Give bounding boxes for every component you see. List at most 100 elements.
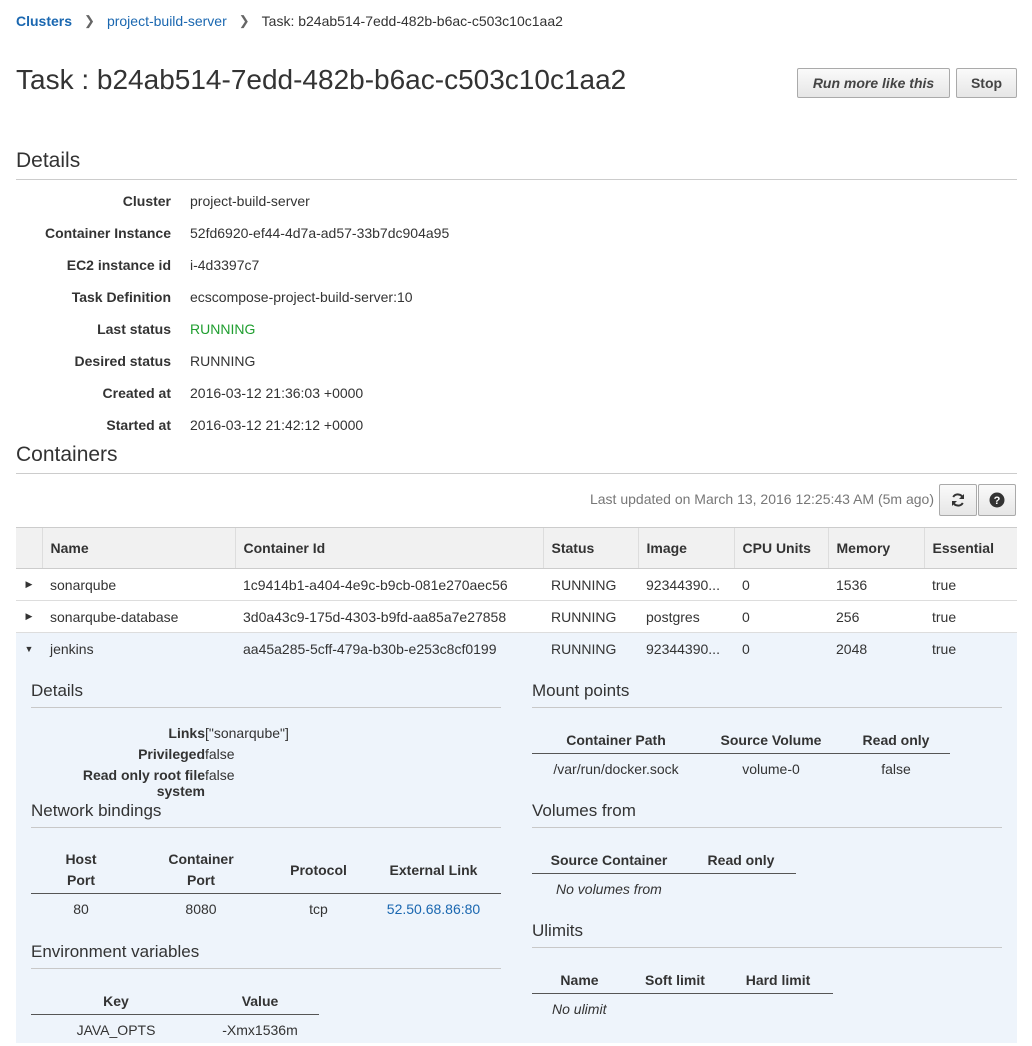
container-name: sonarqube <box>42 568 235 601</box>
column-header-essential[interactable]: Essential <box>923 527 1017 569</box>
host-port-value: 80 <box>73 901 89 917</box>
table-row[interactable]: ▶ sonarqube-database 3d0a43c9-175d-4303-… <box>16 600 1017 633</box>
mount-points-table: Container Path Source Volume Read only /… <box>532 727 950 785</box>
mount-path-value: /var/run/docker.sock <box>553 761 679 777</box>
breadcrumb-clusters-link[interactable]: Clusters <box>16 13 72 29</box>
column-header-cpu-units[interactable]: CPU Units <box>733 527 828 569</box>
table-header-row: Name Container Id Status Image CPU Units… <box>16 527 1017 569</box>
container-memory: 2048 <box>828 632 924 664</box>
privileged-value: false <box>205 746 235 762</box>
container-cpu: 0 <box>734 632 828 664</box>
column-header-soft-limit: Soft limit <box>627 967 723 994</box>
container-essential: true <box>924 600 1017 633</box>
container-id: 1c9414b1-a404-4e9c-b9cb-081e270aec56 <box>235 568 543 601</box>
container-memory: 1536 <box>828 568 924 601</box>
container-memory: 256 <box>828 600 924 633</box>
container-details-heading: Details <box>31 681 83 700</box>
container-status: RUNNING <box>543 568 638 601</box>
env-key: JAVA_OPTS <box>76 1022 156 1038</box>
last-updated-text: Last updated on March 13, 2016 12:25:43 … <box>589 491 934 507</box>
volumes-from-table: Source Container Read only No volumes fr… <box>532 847 796 905</box>
task-definition-label: Task Definition <box>71 289 171 305</box>
container-name: sonarqube-database <box>42 600 235 633</box>
column-header-name[interactable]: Name <box>41 527 235 569</box>
volumes-from-empty: No volumes from <box>556 881 662 897</box>
ec2-instance-link[interactable]: i-4d3397c7 <box>190 257 259 273</box>
created-at-value: 2016-03-12 21:36:03 +0000 <box>190 385 364 401</box>
table-row: 80 8080 tcp 52.50.68.86:80 <box>31 893 501 925</box>
volumes-from-heading: Volumes from <box>532 801 636 820</box>
mount-source-value: volume-0 <box>742 761 800 777</box>
task-definition-link[interactable]: ecscompose-project-build-server:10 <box>190 289 413 305</box>
column-header-image[interactable]: Image <box>637 527 734 569</box>
last-status-label: Last status <box>97 321 171 337</box>
network-bindings-table: Host Port Container Port Protocol External… <box>31 847 501 925</box>
table-header-row: Source Container Read only <box>532 847 796 874</box>
svg-text:?: ? <box>994 495 1001 507</box>
column-header-expand <box>16 527 42 569</box>
column-header-memory[interactable]: Memory <box>827 527 924 569</box>
started-at-value: 2016-03-12 21:42:12 +0000 <box>190 417 364 433</box>
table-header-row: Name Soft limit Hard limit <box>532 967 833 994</box>
created-at-label: Created at <box>102 385 171 401</box>
breadcrumb: Clusters ❯ project-build-server ❯ Task: … <box>16 13 563 29</box>
table-row-expanded[interactable]: ▼ jenkins aa45a285-5cff-479a-b30b-e253c8… <box>16 632 1017 664</box>
environment-variables-heading: Environment variables <box>31 942 200 961</box>
column-header-container-id[interactable]: Container Id <box>234 527 543 569</box>
network-bindings-divider <box>31 827 501 828</box>
container-name: jenkins <box>42 632 235 664</box>
container-id: aa45a285-5cff-479a-b30b-e253c8cf0199 <box>235 632 543 664</box>
column-header-read-only: Read only <box>686 847 796 874</box>
containers-heading: Containers <box>16 443 118 466</box>
stop-button[interactable]: Stop <box>956 68 1017 98</box>
table-header-row: Key Value <box>31 988 319 1015</box>
container-instance-label: Container Instance <box>44 225 171 241</box>
column-header-read-only: Read only <box>842 727 950 754</box>
started-at-label: Started at <box>106 417 171 433</box>
help-button[interactable]: ? <box>978 484 1016 516</box>
run-more-like-this-button[interactable]: Run more like this <box>797 68 950 98</box>
external-link[interactable]: 52.50.68.86:80 <box>387 901 480 917</box>
column-header-hard-limit: Hard limit <box>723 967 833 994</box>
container-essential: true <box>924 568 1017 601</box>
table-row: JAVA_OPTS -Xmx1536m <box>31 1014 319 1046</box>
caret-down-icon[interactable]: ▼ <box>16 632 42 664</box>
column-header-ulimit-name: Name <box>532 967 627 994</box>
cluster-link[interactable]: project-build-server <box>190 193 310 209</box>
last-status-value: RUNNING <box>190 321 256 337</box>
container-image: postgres <box>638 600 734 633</box>
container-cpu: 0 <box>734 568 828 601</box>
cluster-label: Cluster <box>122 193 171 209</box>
caret-right-icon[interactable]: ▶ <box>16 568 42 601</box>
refresh-button[interactable] <box>939 484 977 516</box>
containers-divider <box>16 473 1017 474</box>
links-value: ["sonarqube"] <box>205 725 289 741</box>
table-header-row: Host Port Container Port Protocol External… <box>31 847 501 894</box>
mount-points-divider <box>532 707 1002 708</box>
container-id: 3d0a43c9-175d-4303-b9fd-aa85a7e27858 <box>235 600 543 633</box>
table-row: /var/run/docker.sock volume-0 false <box>532 753 950 785</box>
caret-right-icon[interactable]: ▶ <box>16 600 42 633</box>
table-row: No ulimit <box>532 993 833 1025</box>
container-cpu: 0 <box>734 600 828 633</box>
page-title: Task : b24ab514-7edd-482b-b6ac-c503c10c1… <box>16 64 627 95</box>
column-header-status[interactable]: Status <box>542 527 638 569</box>
ulimits-heading: Ulimits <box>532 921 583 940</box>
containers-table: Name Container Id Status Image CPU Units… <box>16 527 1017 664</box>
container-image: 92344390... <box>638 568 734 601</box>
details-divider <box>16 179 1017 180</box>
ulimits-empty: No ulimit <box>552 1001 607 1017</box>
column-header-key: Key <box>31 988 201 1015</box>
table-row[interactable]: ▶ sonarqube 1c9414b1-a404-4e9c-b9cb-081e… <box>16 568 1017 601</box>
desired-status-value: RUNNING <box>190 353 256 369</box>
readonly-root-value: false <box>205 767 235 783</box>
column-header-value: Value <box>201 988 319 1015</box>
container-status: RUNNING <box>543 632 638 664</box>
container-status: RUNNING <box>543 600 638 633</box>
environment-variables-table: Key Value JAVA_OPTS -Xmx1536m <box>31 988 319 1046</box>
environment-variables-divider <box>31 968 501 969</box>
mount-readonly-value: false <box>881 761 911 777</box>
refresh-icon <box>952 493 964 507</box>
container-instance-link[interactable]: 52fd6920-ef44-4d7a-ad57-33b7dc904a95 <box>190 225 449 241</box>
breadcrumb-cluster-link[interactable]: project-build-server <box>107 13 227 29</box>
